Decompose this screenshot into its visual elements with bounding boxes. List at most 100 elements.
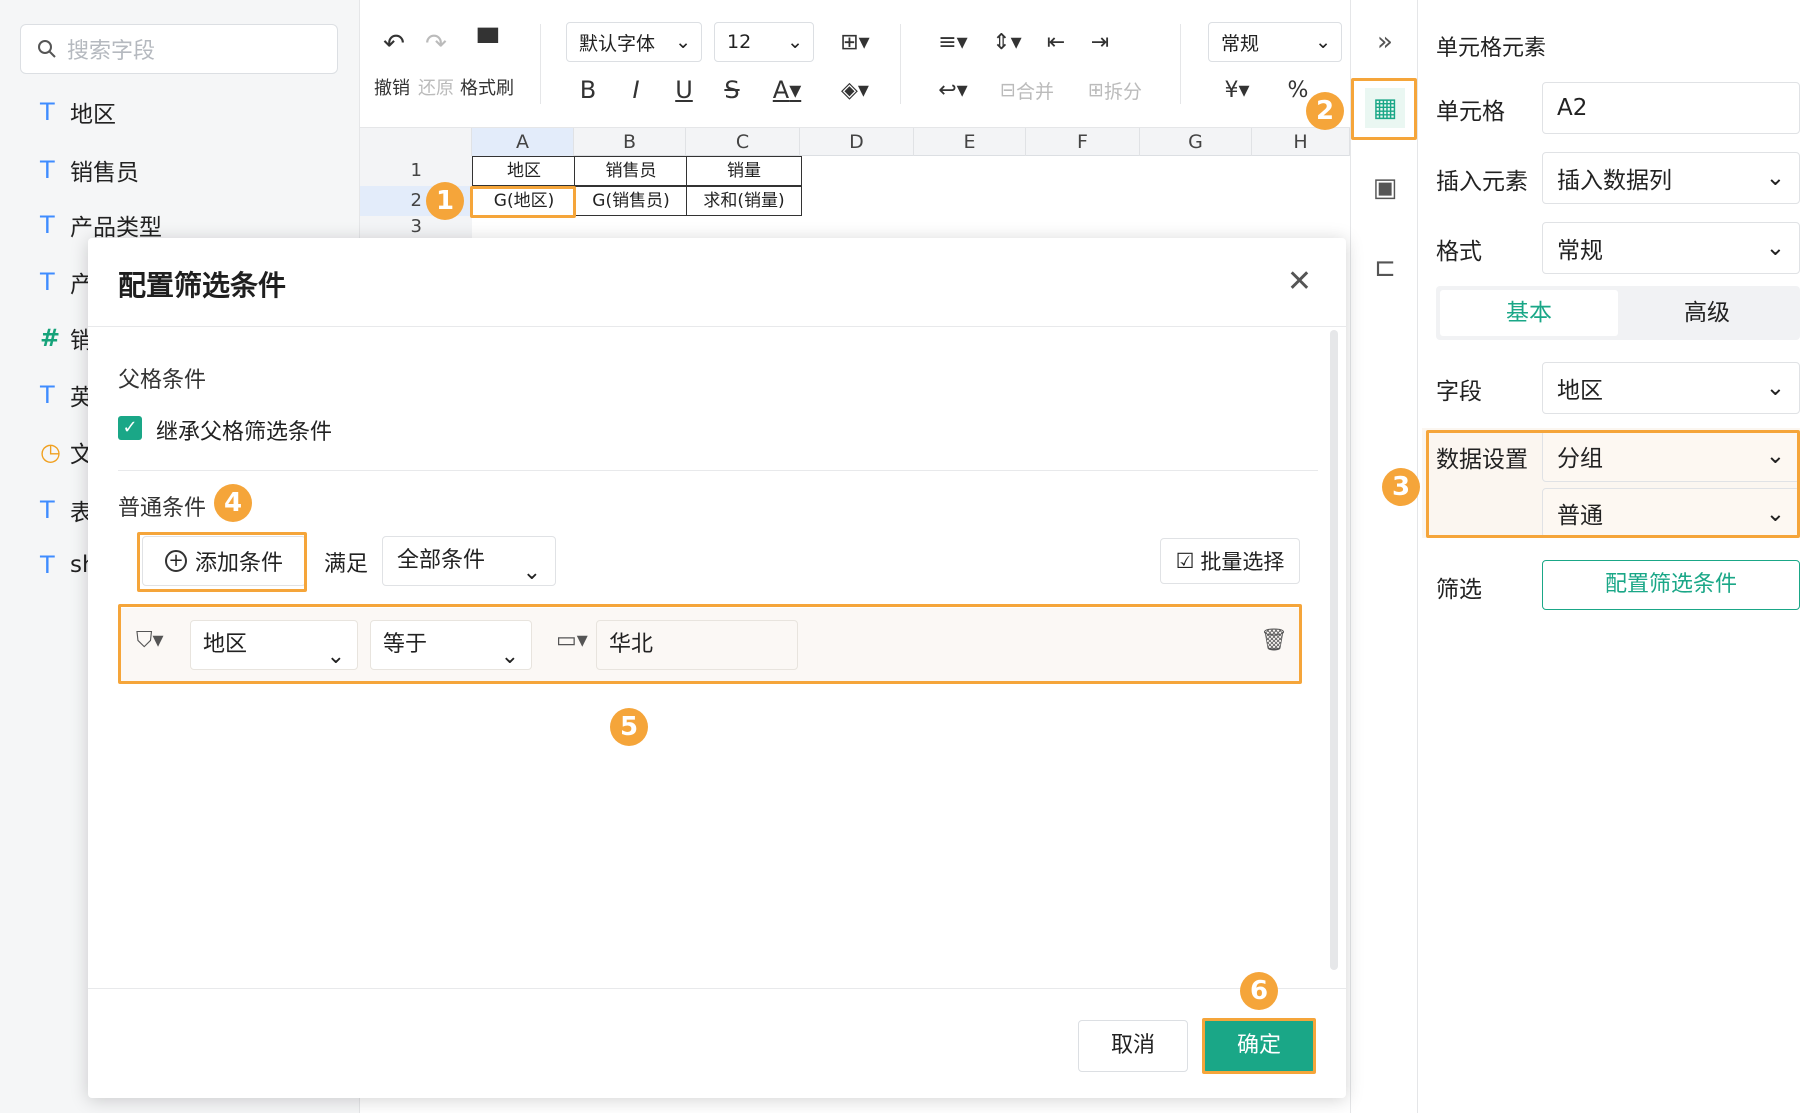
inherit-label[interactable]: 继承父格筛选条件 [156, 414, 332, 446]
cell-c1[interactable]: 销量 [686, 156, 802, 186]
chevron-down-icon: ⌄ [1765, 235, 1785, 261]
data-setting-mode-select[interactable]: 普通 ⌄ [1542, 488, 1800, 538]
cell-element-icon[interactable]: ▦ [1365, 88, 1405, 128]
field-item-region[interactable]: T 地区 [40, 92, 116, 132]
data-setting-label: 数据设置 [1436, 447, 1528, 473]
step-badge-6: 6 [1240, 972, 1278, 1010]
condition-field-select[interactable]: 地区 ⌄ [190, 620, 358, 670]
search-field-input[interactable]: 搜索字段 [20, 24, 338, 74]
tab-basic[interactable]: 基本 [1440, 290, 1618, 336]
fill-color-icon[interactable]: ◈▾ [830, 70, 880, 110]
col-header-g[interactable]: G [1140, 128, 1252, 156]
field-label: 字段 [1436, 379, 1482, 405]
undo-label[interactable]: 撤销 [374, 74, 410, 100]
cell-a2[interactable]: G(地区) [472, 186, 576, 216]
number-format-select[interactable]: 常规 ⌄ [1208, 22, 1342, 62]
field-item-6[interactable]: T英 [40, 375, 93, 415]
col-header-e[interactable]: E [914, 128, 1026, 156]
field-item-salesman[interactable]: T 销售员 [40, 150, 139, 190]
text-type-icon: T [40, 211, 55, 239]
col-header-a[interactable]: A [472, 128, 574, 156]
split-button[interactable]: ⊞ 拆分 [1070, 70, 1160, 110]
align-vertical-icon[interactable]: ⇕▾ [982, 22, 1032, 62]
condition-value-input[interactable]: 华北 [596, 620, 798, 670]
dialog-scrollbar[interactable] [1330, 330, 1338, 970]
format-select[interactable]: 常规 ⌄ [1542, 222, 1800, 274]
chevron-down-icon: ⌄ [675, 31, 691, 53]
field-item-8[interactable]: T表 [40, 490, 93, 530]
indent-icon[interactable]: ⇥ [1080, 22, 1120, 62]
chevron-down-icon: ⌄ [1315, 31, 1331, 53]
cell-c2[interactable]: 求和(销量) [686, 186, 802, 216]
data-setting-select[interactable]: 分组 ⌄ [1542, 430, 1800, 482]
outdent-icon[interactable]: ⇤ [1036, 22, 1076, 62]
text-type-icon: T [40, 268, 55, 296]
cell-label: 单元格 [1436, 99, 1505, 125]
basic-advanced-tabs: 基本 高级 [1436, 286, 1800, 340]
condition-operator-select[interactable]: 等于 ⌄ [370, 620, 532, 670]
redo-label[interactable]: 还原 [418, 74, 454, 100]
satisfy-select[interactable]: 全部条件 ⌄ [382, 536, 556, 586]
text-type-icon: T [40, 156, 55, 184]
col-header-b[interactable]: B [574, 128, 686, 156]
add-condition-button[interactable]: + 添加条件 [142, 536, 306, 586]
cancel-button[interactable]: 取消 [1078, 1020, 1188, 1072]
col-header-d[interactable]: D [800, 128, 914, 156]
search-placeholder: 搜索字段 [67, 39, 156, 64]
cell-b1[interactable]: 销售员 [574, 156, 688, 186]
search-icon [38, 40, 56, 58]
inherit-checkbox[interactable]: ✓ [118, 416, 142, 440]
cell-b2[interactable]: G(销售员) [574, 186, 688, 216]
strikethrough-button[interactable]: S [714, 70, 750, 110]
configure-filter-button[interactable]: 配置筛选条件 [1542, 560, 1800, 610]
step-badge-2: 2 [1306, 92, 1344, 130]
bold-button[interactable]: B [570, 70, 606, 110]
merge-button[interactable]: ⊟ 合并 [982, 70, 1072, 110]
field-item-4[interactable]: T产 [40, 262, 93, 302]
report-structure-icon[interactable]: ⊏ [1365, 248, 1405, 288]
field-item-7[interactable]: ◷ 文 [40, 432, 93, 472]
row-header-1[interactable]: 1 [360, 156, 472, 186]
format-label: 格式 [1436, 239, 1482, 265]
tab-advanced[interactable]: 高级 [1618, 290, 1796, 336]
spreadsheet: A B C D E F G H 1 2 3 地区 销售员 销量 G(地区) G(… [360, 128, 1350, 238]
cell-a1[interactable]: 地区 [472, 156, 576, 186]
cell-property-icon[interactable]: ▣ [1365, 168, 1405, 208]
chevron-down-icon: ⌄ [787, 31, 803, 53]
font-family-select[interactable]: 默认字体 ⌄ [566, 22, 702, 62]
batch-select-button[interactable]: ☑ 批量选择 [1160, 538, 1300, 584]
filter-type-icon[interactable]: ⛉▾ [136, 628, 164, 653]
field-select[interactable]: 地区 ⌄ [1542, 362, 1800, 414]
collapse-icon[interactable]: » [1365, 22, 1405, 62]
border-icon[interactable]: ⊞▾ [830, 22, 880, 62]
redo-icon[interactable]: ↷ [418, 26, 454, 62]
underline-button[interactable]: U [666, 70, 702, 110]
undo-icon[interactable]: ↶ [376, 26, 412, 62]
align-horizontal-icon[interactable]: ≡▾ [928, 22, 978, 62]
currency-button[interactable]: ¥ ▾ [1212, 70, 1262, 110]
step-badge-1: 1 [426, 182, 464, 220]
cell-input[interactable]: A2 [1542, 82, 1800, 134]
row-header-3[interactable]: 3 [360, 216, 472, 238]
trash-icon[interactable]: 🗑 [1260, 628, 1288, 653]
wrap-text-icon[interactable]: ↩▾ [928, 70, 978, 110]
italic-button[interactable]: I [618, 70, 654, 110]
side-icon-bar: » ▦ ▣ ⊏ [1350, 0, 1418, 1113]
font-size-select[interactable]: 12 ⌄ [714, 22, 814, 62]
chevron-down-icon: ⌄ [1765, 165, 1785, 191]
format-painter-label[interactable]: 格式刷 [460, 74, 514, 100]
corner-cell[interactable] [360, 128, 472, 156]
insert-element-select[interactable]: 插入数据列 ⌄ [1542, 152, 1800, 204]
col-header-h[interactable]: H [1252, 128, 1350, 156]
value-type-icon[interactable]: ▭▾ [556, 628, 588, 653]
close-icon[interactable]: ✕ [1287, 264, 1312, 299]
chevron-down-icon: ⌄ [500, 644, 519, 669]
col-header-c[interactable]: C [686, 128, 800, 156]
field-item-5[interactable]: # 销 [40, 318, 93, 358]
font-color-button[interactable]: A ▾ [762, 70, 812, 110]
col-header-f[interactable]: F [1026, 128, 1140, 156]
insert-element-label: 插入元素 [1436, 169, 1528, 195]
confirm-button[interactable]: 确定 [1204, 1020, 1314, 1072]
format-painter-icon[interactable]: ▀ [470, 26, 506, 62]
filter-config-dialog: 配置筛选条件 ✕ 父格条件 ✓ 继承父格筛选条件 普通条件 + 添加条件 满足 全… [88, 238, 1346, 1098]
